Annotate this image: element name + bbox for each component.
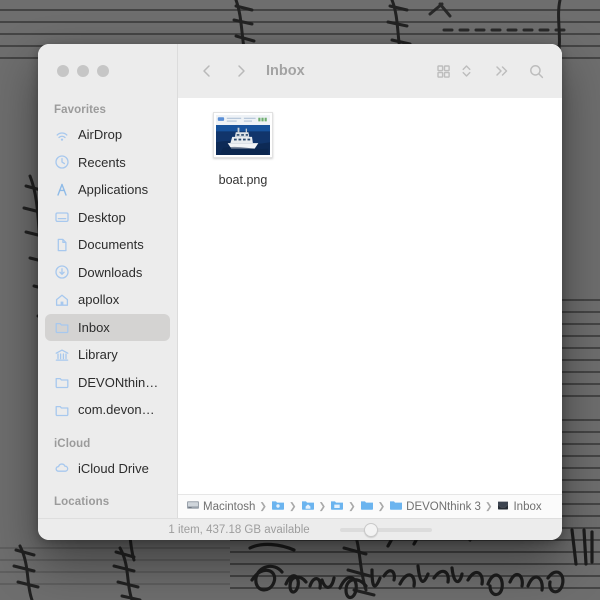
path-separator-icon: ❯ (484, 501, 493, 511)
file-item-boat[interactable]: boat.png (195, 112, 291, 187)
applications-icon (54, 182, 70, 198)
sidebar-item-label: Downloads (78, 264, 143, 280)
sidebar-item-label: Recents (78, 154, 126, 170)
document-icon (54, 237, 70, 253)
sidebar-item-library[interactable]: Library (45, 341, 170, 369)
library-icon (54, 347, 70, 363)
image-thumbnail (213, 112, 273, 158)
folder-icon-home (301, 498, 315, 515)
icon-view-button[interactable] (432, 59, 455, 83)
file-grid[interactable]: boat.png (178, 98, 562, 494)
folder-icon (54, 374, 70, 390)
path-component-folder[interactable] (360, 498, 374, 515)
clock-icon (54, 154, 70, 170)
sidebar-item-label: Desktop (78, 209, 126, 225)
path-separator-icon: ❯ (288, 501, 297, 511)
sidebar-item-icloud-drive[interactable]: iCloud Drive (45, 455, 170, 483)
sidebar-item-downloads[interactable]: Downloads (45, 259, 170, 287)
main-pane: Inbox boat.png Macintosh ❯ ❯ ❯ ❯ ❯ DEVON… (178, 44, 562, 518)
sidebar-section-locations: Locations (54, 496, 110, 508)
path-component-library[interactable] (330, 498, 344, 515)
minimize-button[interactable] (77, 65, 89, 77)
sidebar-item-documents[interactable]: Documents (45, 231, 170, 259)
window-body: Favorites AirDrop Recents Applications D… (38, 44, 562, 518)
home-icon (54, 292, 70, 308)
path-component-users[interactable] (271, 498, 285, 515)
sidebar-item-label: Applications (78, 182, 149, 198)
sidebar-item-label: Documents (78, 237, 144, 253)
path-component-macintosh[interactable]: Macintosh (186, 498, 255, 515)
sidebar-scroll-area[interactable]: Favorites AirDrop Recents Applications D… (38, 98, 177, 518)
folder-icon-library (330, 498, 344, 515)
downloads-icon (54, 264, 70, 280)
folder-icon-users (271, 498, 285, 515)
sidebar-item-desktop[interactable]: Desktop (45, 204, 170, 232)
hard-drive-icon (186, 498, 200, 515)
sidebar-item-label: AirDrop (78, 127, 123, 143)
sidebar-item-label: DEVONthin… (78, 374, 159, 390)
folder-icon-plain (389, 498, 403, 515)
icon-size-slider[interactable] (339, 522, 432, 537)
zoom-button[interactable] (97, 65, 109, 77)
sidebar-item-label: Library (78, 347, 118, 363)
sidebar-item-apollox[interactable]: apollox (45, 286, 170, 314)
inbox-tray-icon (496, 498, 510, 515)
toolbar: Inbox (178, 44, 562, 98)
close-button[interactable] (57, 65, 69, 77)
folder-icon (54, 319, 70, 335)
path-separator-icon: ❯ (377, 501, 386, 511)
folder-icon-plain (360, 498, 374, 515)
search-icon[interactable] (525, 59, 548, 83)
window-title: Inbox (266, 63, 305, 79)
path-component-devonthink[interactable]: DEVONthink 3 (389, 498, 481, 515)
arrange-stepper[interactable] (458, 59, 475, 83)
sidebar-item-com-devon[interactable]: com.devon… (45, 396, 170, 424)
view-controls (432, 59, 548, 83)
slider-knob[interactable] (363, 522, 378, 537)
sidebar-item-applications[interactable]: Applications (45, 176, 170, 204)
cloud-icon (54, 460, 70, 476)
path-bar[interactable]: Macintosh ❯ ❯ ❯ ❯ ❯ DEVONthink 3 ❯ Inbox (178, 494, 562, 518)
path-component-label: DEVONthink 3 (406, 500, 481, 513)
finder-window[interactable]: Favorites AirDrop Recents Applications D… (38, 44, 562, 540)
traffic-lights (38, 44, 177, 98)
folder-icon (54, 402, 70, 418)
forward-button[interactable] (228, 58, 254, 84)
file-name-label: boat.png (218, 173, 268, 187)
path-component-label: Inbox (513, 500, 542, 513)
airdrop-icon (54, 127, 70, 143)
sidebar-item-label: Inbox (78, 319, 110, 335)
sidebar-item-airdrop[interactable]: AirDrop (45, 121, 170, 149)
sidebar-item-label: apollox (78, 292, 120, 308)
path-component-label: Macintosh (203, 500, 256, 513)
sidebar: Favorites AirDrop Recents Applications D… (38, 44, 178, 518)
sidebar-item-inbox[interactable]: Inbox (45, 313, 170, 341)
sidebar-item-recents[interactable]: Recents (45, 149, 170, 177)
status-text: 1 item, 437.18 GB available (168, 523, 310, 536)
sidebar-item-devonthink[interactable]: DEVONthin… (45, 369, 170, 397)
path-component-home[interactable] (301, 498, 315, 515)
more-toolbar-items-button[interactable] (490, 59, 514, 83)
sidebar-section-icloud: iCloud (54, 437, 91, 450)
back-button[interactable] (194, 58, 220, 84)
desktop-icon (54, 209, 70, 225)
slider-track (339, 527, 432, 532)
path-component-inbox[interactable]: Inbox (496, 498, 542, 515)
path-separator-icon: ❯ (348, 501, 356, 511)
sidebar-section-favorites: Favorites (54, 104, 107, 116)
path-separator-icon: ❯ (318, 501, 327, 511)
sidebar-item-label: iCloud Drive (78, 460, 149, 476)
status-bar: 1 item, 437.18 GB available (38, 518, 562, 540)
sidebar-item-label: com.devon… (78, 402, 155, 418)
path-separator-icon: ❯ (259, 501, 267, 511)
